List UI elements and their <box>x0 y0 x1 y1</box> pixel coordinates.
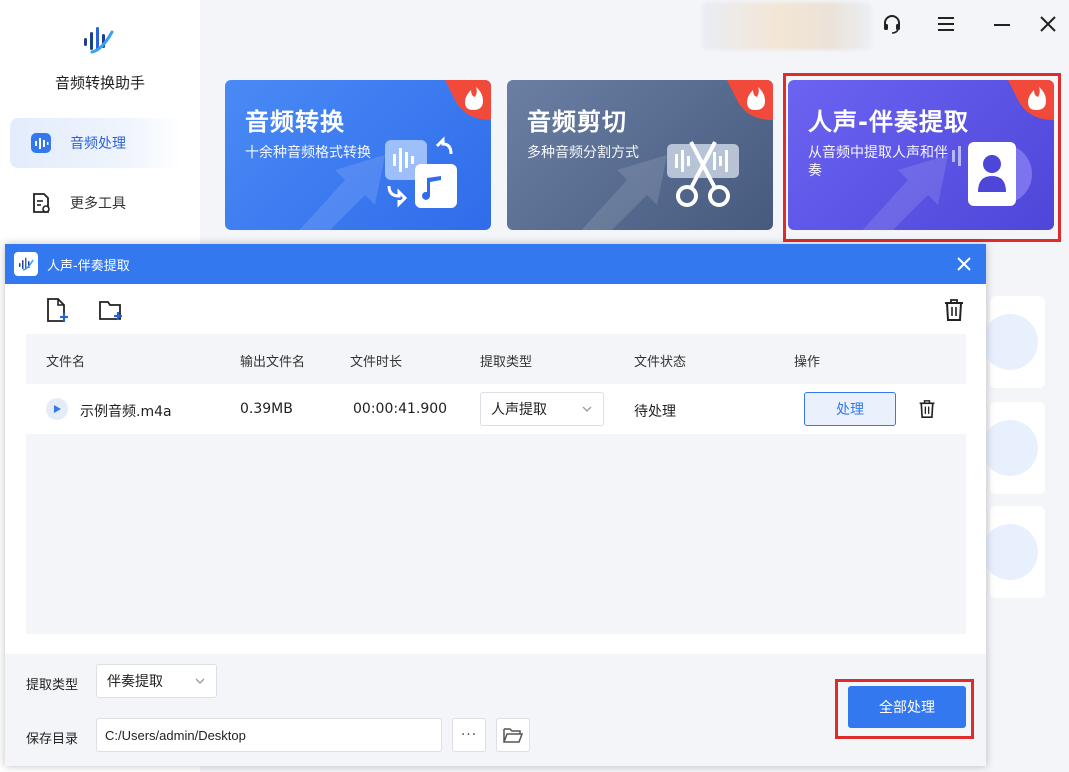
highlight-box-process-all <box>835 679 974 739</box>
file-list-header: 文件名 输出文件名 文件时长 提取类型 文件状态 操作 <box>26 334 966 384</box>
sidebar-item-more-tools[interactable]: 更多工具 <box>10 178 182 228</box>
highlight-box-vocal-card <box>783 73 1061 242</box>
table-row: 示例音频.m4a 0.39MB 00:00:41.900 人声提取 待处理 处理 <box>26 384 966 434</box>
save-dir-label: 保存目录 <box>26 732 79 747</box>
sidebar-item-label: 音频处理 <box>70 136 126 152</box>
col-action: 操作 <box>794 355 821 370</box>
side-card-circle-icon <box>982 524 1038 580</box>
play-icon[interactable] <box>46 398 68 420</box>
col-status: 文件状态 <box>634 355 687 370</box>
add-file-icon[interactable] <box>43 296 71 324</box>
process-button[interactable]: 处理 <box>804 392 896 426</box>
audio-convert-icon <box>385 134 475 214</box>
file-list: 文件名 输出文件名 文件时长 提取类型 文件状态 操作 示例音频.m4a 0.3… <box>26 334 966 634</box>
row-output-size: 0.39MB <box>240 401 293 417</box>
col-filename: 文件名 <box>46 355 86 370</box>
save-dir-input[interactable] <box>96 718 442 752</box>
side-card-3[interactable] <box>982 506 1045 598</box>
hot-flame-icon <box>445 80 491 120</box>
side-card-2[interactable] <box>982 402 1045 494</box>
col-duration: 文件时长 <box>350 355 403 370</box>
card-desc: 多种音频分割方式 <box>527 145 639 161</box>
dialog-header: 人声-伴奏提取 <box>5 244 986 284</box>
row-status: 待处理 <box>634 404 676 420</box>
sidebar-item-audio-processing[interactable]: 音频处理 <box>10 118 182 168</box>
dialog-logo-icon <box>14 252 38 276</box>
sidebar-item-label: 更多工具 <box>70 196 126 212</box>
document-tool-icon <box>30 192 52 214</box>
more-options-button[interactable]: ··· <box>452 718 486 752</box>
app-logo-icon <box>80 24 116 56</box>
chevron-down-icon <box>582 406 592 412</box>
row-filename: 示例音频.m4a <box>80 404 172 420</box>
folder-open-icon <box>503 728 523 743</box>
close-icon[interactable] <box>1036 12 1060 36</box>
card-audio-convert[interactable]: 音频转换 十余种音频格式转换 <box>225 80 491 230</box>
audio-wave-icon <box>30 132 52 154</box>
side-card-circle-icon <box>982 420 1038 476</box>
hot-flame-icon <box>727 80 773 120</box>
row-extract-type-select[interactable]: 人声提取 <box>480 392 604 426</box>
card-desc: 十余种音频格式转换 <box>245 145 371 161</box>
side-card-1[interactable] <box>982 296 1045 388</box>
menu-icon[interactable] <box>934 12 958 36</box>
col-output-name: 输出文件名 <box>240 355 306 370</box>
card-title: 音频剪切 <box>527 108 627 136</box>
select-value: 伴奏提取 <box>107 674 163 690</box>
extract-type-select[interactable]: 伴奏提取 <box>96 664 217 698</box>
open-folder-button[interactable] <box>496 718 530 752</box>
scissors-cut-icon <box>667 134 757 214</box>
more-dots-icon: ··· <box>460 727 478 743</box>
row-duration: 00:00:41.900 <box>353 401 448 417</box>
add-folder-icon[interactable] <box>97 296 125 324</box>
app-title: 音频转换助手 <box>54 74 145 92</box>
minimize-icon[interactable] <box>990 12 1014 36</box>
dialog-close-icon[interactable] <box>952 252 976 276</box>
col-extract-type: 提取类型 <box>480 355 533 370</box>
side-card-circle-icon <box>982 314 1038 370</box>
select-value: 人声提取 <box>491 402 547 418</box>
clear-list-trash-icon[interactable] <box>940 296 968 324</box>
user-account-area[interactable] <box>702 2 872 50</box>
card-audio-cut[interactable]: 音频剪切 多种音频分割方式 <box>507 80 773 230</box>
chevron-down-icon <box>195 678 205 684</box>
card-title: 音频转换 <box>245 108 345 136</box>
dialog-title: 人声-伴奏提取 <box>47 259 130 274</box>
extract-type-label: 提取类型 <box>26 678 79 693</box>
headset-support-icon[interactable] <box>880 12 904 36</box>
row-delete-trash-icon[interactable] <box>916 398 938 420</box>
